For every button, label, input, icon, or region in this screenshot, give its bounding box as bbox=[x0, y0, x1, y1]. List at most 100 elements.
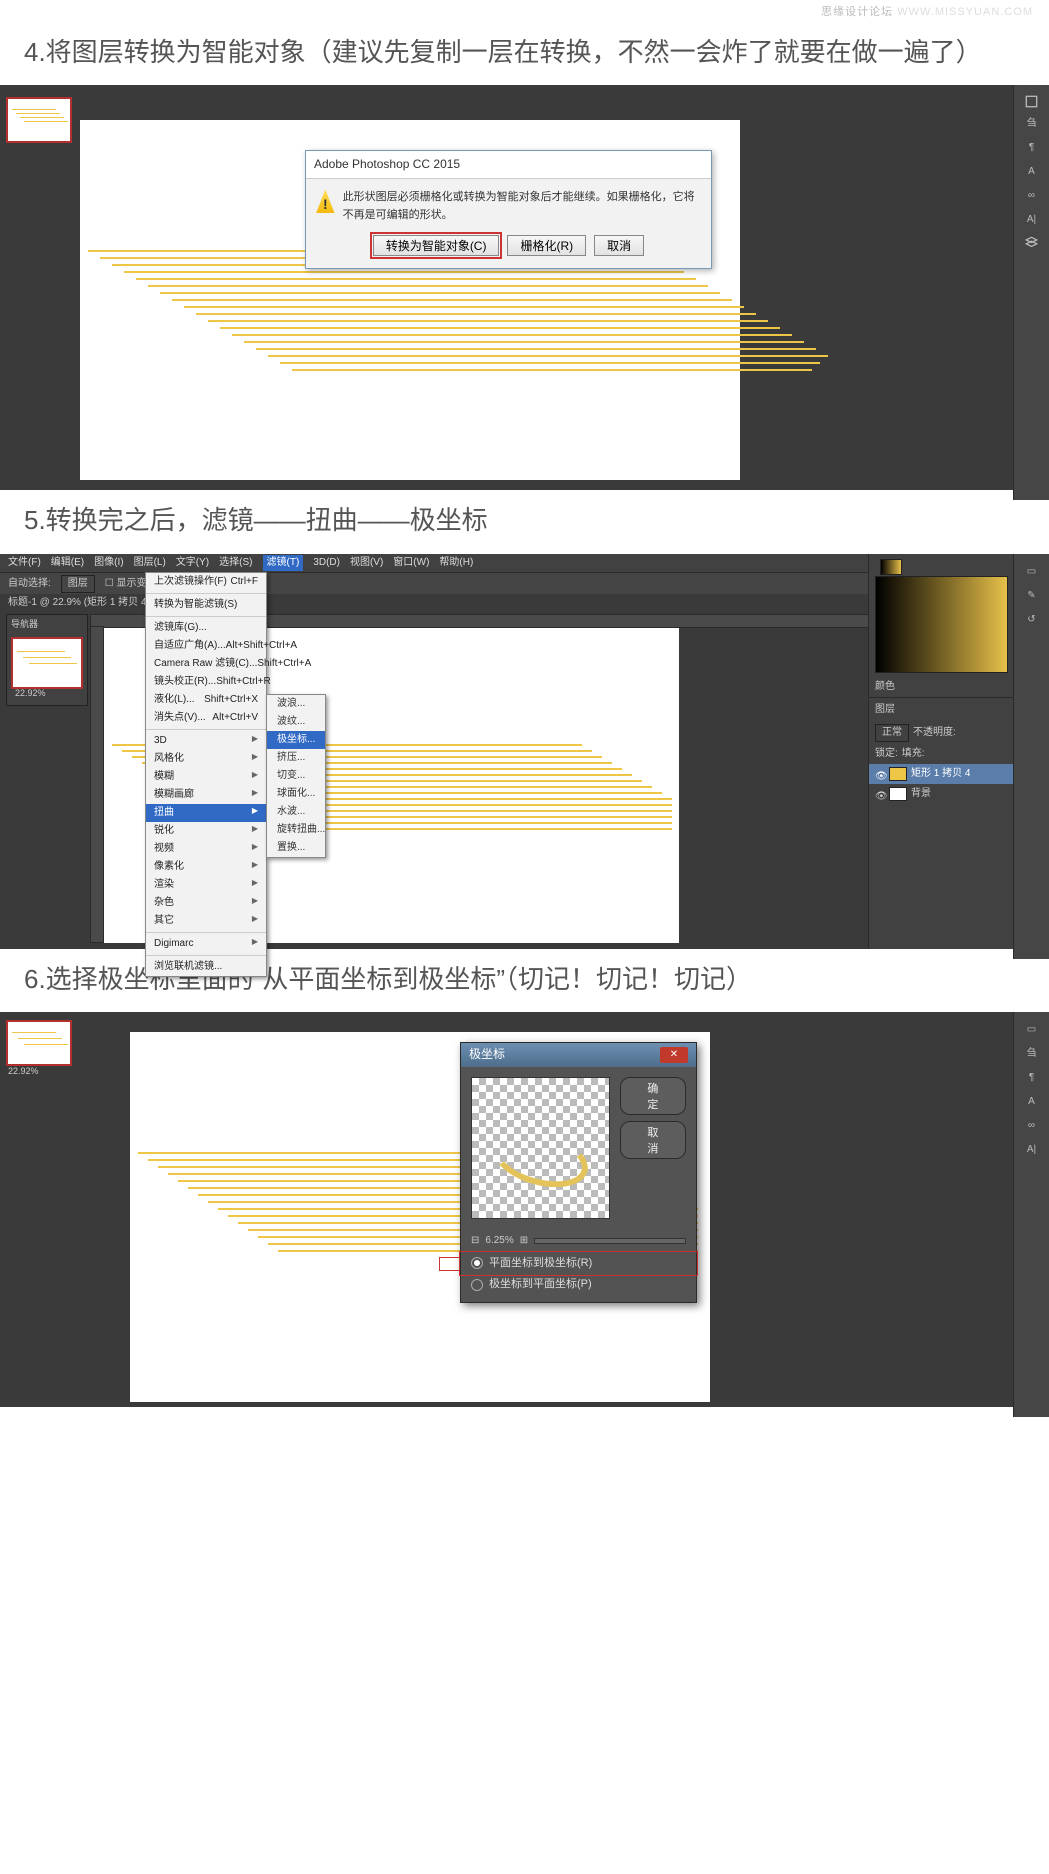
menu-video[interactable]: 视频 bbox=[146, 840, 266, 858]
submenu-zigzag[interactable]: 水波... bbox=[267, 803, 325, 821]
menu-layer[interactable]: 图层(L) bbox=[134, 555, 166, 571]
submenu-shear[interactable]: 切变... bbox=[267, 767, 325, 785]
menu-window[interactable]: 窗口(W) bbox=[393, 555, 429, 571]
menu-view[interactable]: 视图(V) bbox=[350, 555, 383, 571]
color-panel[interactable] bbox=[875, 576, 1008, 673]
menu-adaptive-wide[interactable]: 自适应广角(A)...Alt+Shift+Ctrl+A bbox=[146, 637, 266, 655]
layer-thumbnail bbox=[889, 767, 907, 781]
rasterize-button[interactable]: 栅格化(R) bbox=[507, 235, 586, 256]
autoselect-label: 自动选择: bbox=[8, 576, 51, 592]
menu-file[interactable]: 文件(F) bbox=[8, 555, 41, 571]
menu-convert-smart-filter[interactable]: 转换为智能滤镜(S) bbox=[146, 596, 266, 614]
menu-filter[interactable]: 滤镜(T) bbox=[263, 555, 304, 571]
align-icon[interactable]: A| bbox=[1027, 1142, 1036, 1158]
submenu-ripple[interactable]: 波纹... bbox=[267, 713, 325, 731]
type-icon[interactable]: 刍 bbox=[1027, 116, 1037, 132]
lock-label: 锁定: bbox=[875, 746, 898, 762]
cancel-button[interactable]: 取消 bbox=[620, 1121, 686, 1159]
menu-type[interactable]: 文字(Y) bbox=[176, 555, 209, 571]
radio-rect-to-polar[interactable]: 平面坐标到极坐标(R) bbox=[461, 1253, 696, 1275]
menu-vanishing[interactable]: 消失点(V)...Alt+Ctrl+V bbox=[146, 709, 266, 727]
submenu-spherize[interactable]: 球面化... bbox=[267, 785, 325, 803]
right-toolbar: 刍 ¶ A ∞ A| bbox=[1013, 85, 1049, 500]
scrollbar[interactable] bbox=[534, 1238, 686, 1244]
menu-cameraraw[interactable]: Camera Raw 滤镜(C)...Shift+Ctrl+A bbox=[146, 655, 266, 673]
menu-noise[interactable]: 杂色 bbox=[146, 894, 266, 912]
cancel-button[interactable]: 取消 bbox=[594, 235, 644, 256]
menu-stylize[interactable]: 风格化 bbox=[146, 750, 266, 768]
zoom-out-button[interactable]: ⊟ bbox=[471, 1233, 479, 1249]
type-icon[interactable]: 刍 bbox=[1027, 1046, 1037, 1062]
radio-on-icon bbox=[471, 1257, 483, 1269]
link-icon[interactable]: ∞ bbox=[1028, 1118, 1035, 1134]
opacity-label: 不透明度: bbox=[913, 725, 956, 741]
character-icon[interactable]: A bbox=[1028, 1094, 1035, 1110]
ruler-vertical[interactable] bbox=[90, 626, 104, 943]
menu-select[interactable]: 选择(S) bbox=[219, 555, 252, 571]
ok-button[interactable]: 确定 bbox=[620, 1077, 686, 1115]
radio-polar-to-rect[interactable]: 极坐标到平面坐标(P) bbox=[461, 1274, 696, 1296]
layer-name-bg: 背景 bbox=[911, 786, 931, 802]
submenu-twirl[interactable]: 旋转扭曲... bbox=[267, 821, 325, 839]
menu-help[interactable]: 帮助(H) bbox=[439, 555, 473, 571]
polar-preview[interactable] bbox=[471, 1077, 610, 1219]
swatch-icon bbox=[880, 559, 902, 575]
navigator-zoom[interactable]: 22.92% bbox=[15, 686, 46, 700]
nav-thumbnail[interactable] bbox=[6, 97, 72, 143]
submenu-wave[interactable]: 波浪... bbox=[267, 695, 325, 713]
blend-mode-dropdown[interactable]: 正常 bbox=[875, 724, 909, 742]
history-icon[interactable]: ↺ bbox=[1027, 612, 1035, 628]
menu-3d[interactable]: 3D(D) bbox=[313, 555, 340, 571]
swatches-tab[interactable]: 颜色 bbox=[869, 677, 1014, 697]
layer-active[interactable]: 👁 矩形 1 拷贝 4 bbox=[869, 764, 1014, 784]
menu-distort[interactable]: 扭曲 bbox=[146, 804, 266, 822]
panels-right: 颜色 图层 正常 不透明度: 锁定:填充: 👁 矩形 1 拷贝 4 👁 背景 bbox=[868, 554, 1014, 949]
watermark-site: 思缘设计论坛 bbox=[821, 6, 893, 18]
layer-thumbnail bbox=[889, 787, 907, 801]
layers-icon[interactable] bbox=[1025, 236, 1038, 249]
menu-lenscorrect[interactable]: 镜头校正(R)...Shift+Ctrl+R bbox=[146, 673, 266, 691]
menu-filtergallery[interactable]: 滤镜库(G)... bbox=[146, 619, 266, 637]
submenu-pinch[interactable]: 挤压... bbox=[267, 749, 325, 767]
submenu-displace[interactable]: 置换... bbox=[267, 839, 325, 857]
polar-title: 极坐标 bbox=[469, 1045, 505, 1064]
nav-thumbnail[interactable] bbox=[6, 1020, 72, 1066]
menu-blur[interactable]: 模糊 bbox=[146, 768, 266, 786]
menu-other[interactable]: 其它 bbox=[146, 912, 266, 930]
menu-sharpen[interactable]: 锐化 bbox=[146, 822, 266, 840]
docked-panel-icon[interactable]: ▭ bbox=[1027, 1022, 1036, 1038]
radio-off-icon bbox=[471, 1279, 483, 1291]
menu-browse-online[interactable]: 浏览联机滤镜... bbox=[146, 958, 266, 976]
visibility-icon[interactable]: 👁 bbox=[875, 769, 885, 779]
brush-icon[interactable]: ✎ bbox=[1027, 588, 1035, 604]
menu-render[interactable]: 渲染 bbox=[146, 876, 266, 894]
screenshot-step5: 文件(F) 编辑(E) 图像(I) 图层(L) 文字(Y) 选择(S) 滤镜(T… bbox=[0, 554, 1049, 949]
autoselect-dropdown[interactable]: 图层 bbox=[61, 575, 95, 593]
layers-tab[interactable]: 图层 bbox=[869, 697, 1014, 722]
docked-panel-icon[interactable] bbox=[1025, 95, 1038, 108]
align-icon[interactable]: A| bbox=[1027, 212, 1036, 228]
menu-blurgallery[interactable]: 模糊画廊 bbox=[146, 786, 266, 804]
zoom-value[interactable]: 6.25% bbox=[485, 1233, 513, 1249]
navigator-panel[interactable]: 导航器 22.92% bbox=[6, 614, 88, 706]
zoom-in-button[interactable]: ⊞ bbox=[520, 1233, 528, 1249]
character-icon[interactable]: A bbox=[1028, 164, 1035, 180]
menu-liquify[interactable]: 液化(L)...Shift+Ctrl+X bbox=[146, 691, 266, 709]
layer-bg[interactable]: 👁 背景 bbox=[869, 784, 1014, 804]
convert-smartobject-button[interactable]: 转换为智能对象(C) bbox=[373, 235, 500, 256]
paragraph-icon[interactable]: ¶ bbox=[1029, 1070, 1034, 1086]
paragraph-icon[interactable]: ¶ bbox=[1029, 140, 1034, 156]
navigator-zoom[interactable]: 22.92% bbox=[8, 1064, 39, 1403]
close-icon[interactable]: ✕ bbox=[660, 1047, 688, 1063]
menu-lastfilter[interactable]: 上次滤镜操作(F)Ctrl+F bbox=[146, 573, 266, 591]
menu-edit[interactable]: 编辑(E) bbox=[51, 555, 84, 571]
visibility-icon[interactable]: 👁 bbox=[875, 789, 885, 799]
link-icon[interactable]: ∞ bbox=[1028, 188, 1035, 204]
menu-digimarc[interactable]: Digimarc bbox=[146, 935, 266, 953]
menu-image[interactable]: 图像(I) bbox=[94, 555, 123, 571]
right-toolbar: ▭ ✎ ↺ bbox=[1013, 554, 1049, 959]
docked-panel-icon[interactable]: ▭ bbox=[1027, 564, 1036, 580]
menu-pixelate[interactable]: 像素化 bbox=[146, 858, 266, 876]
menu-3d[interactable]: 3D bbox=[146, 732, 266, 750]
submenu-polar[interactable]: 极坐标... bbox=[267, 731, 325, 749]
